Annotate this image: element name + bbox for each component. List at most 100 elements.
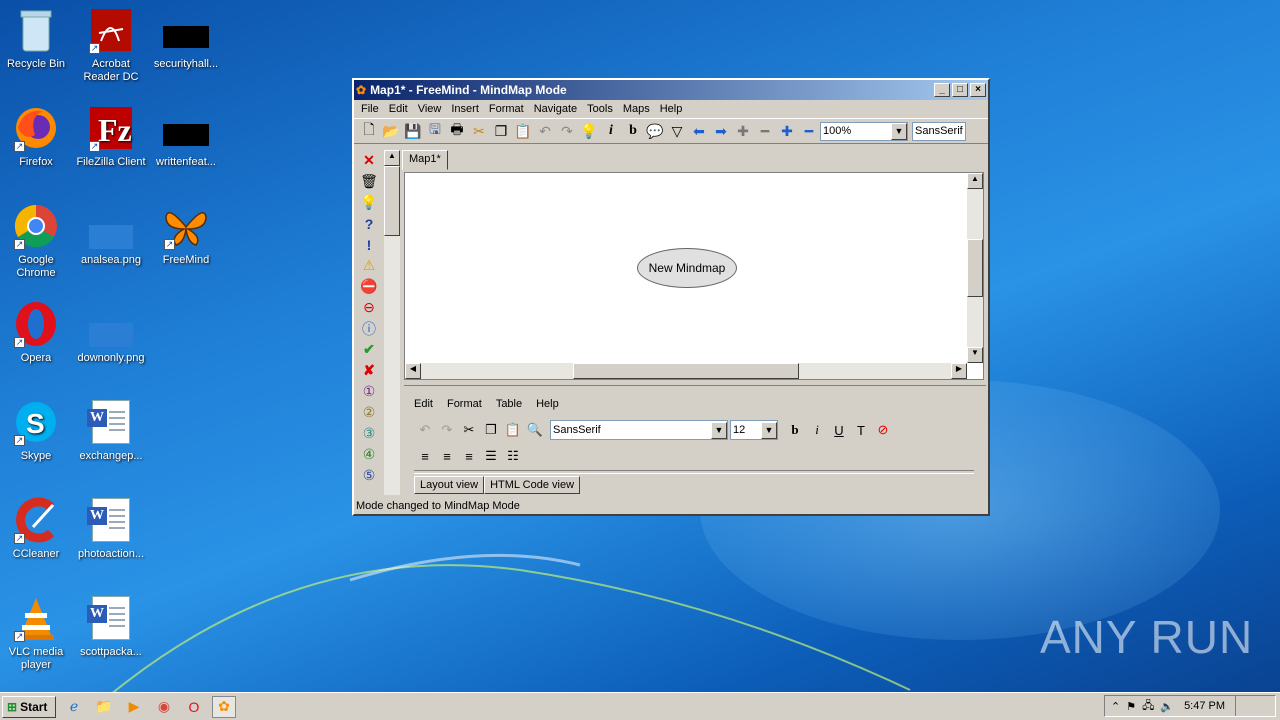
menu-maps[interactable]: Maps bbox=[620, 103, 657, 115]
media-player-icon[interactable]: ▶ bbox=[122, 696, 146, 718]
maximize-button[interactable]: □ bbox=[952, 83, 968, 97]
paste-icon[interactable]: 📋 bbox=[512, 120, 534, 142]
desktop-icon-downonly[interactable]: downonly.png bbox=[73, 300, 149, 365]
desktop-icon-freemind[interactable]: ↗ FreeMind bbox=[148, 202, 224, 267]
notes-font-select[interactable]: SansSerif ▼ bbox=[550, 420, 728, 440]
align-center-icon[interactable]: ≡ bbox=[436, 446, 458, 466]
desktop-icon-acrobat[interactable]: ↗ Acrobat Reader DC bbox=[73, 6, 149, 84]
fold-icon[interactable]: ✚ bbox=[732, 120, 754, 142]
chevron-up-icon[interactable]: ⌃ bbox=[1111, 700, 1120, 713]
italic-icon[interactable]: i bbox=[806, 420, 828, 440]
numbered-list-icon[interactable]: ☷ bbox=[502, 446, 524, 466]
close-button[interactable]: × bbox=[970, 83, 986, 97]
cut-icon[interactable]: ✂ bbox=[468, 120, 490, 142]
scroll-up-icon[interactable]: ▲ bbox=[967, 173, 983, 189]
remove-icon-icon[interactable]: ✕ bbox=[356, 150, 382, 171]
map-hscrollbar[interactable]: ◀ ▶ bbox=[405, 363, 967, 379]
cross-icon[interactable]: ✘ bbox=[356, 360, 382, 381]
desktop-icon-writtenfeat[interactable]: writtenfeat... bbox=[148, 104, 224, 169]
scroll-down-icon[interactable]: ▼ bbox=[967, 347, 983, 363]
title-bar[interactable]: ✿ Map1* - FreeMind - MindMap Mode _ □ × bbox=[354, 80, 988, 100]
menu-tools[interactable]: Tools bbox=[584, 103, 620, 115]
vscroll-thumb[interactable] bbox=[967, 239, 983, 297]
desktop-icon-analsea[interactable]: analsea.png bbox=[73, 202, 149, 267]
menu-help[interactable]: Help bbox=[657, 103, 690, 115]
print-icon[interactable]: 🖶 bbox=[446, 120, 468, 142]
no-entry-icon[interactable]: ⊖ bbox=[356, 297, 382, 318]
question-icon[interactable]: ? bbox=[356, 213, 382, 234]
clock[interactable]: 5:47 PM bbox=[1184, 700, 1225, 712]
paste-icon[interactable]: 📋 bbox=[502, 420, 524, 440]
priority-1-icon[interactable]: ① bbox=[356, 381, 382, 402]
network-icon[interactable]: 🖧 bbox=[1142, 697, 1154, 716]
redo-icon[interactable]: ↷ bbox=[436, 420, 458, 440]
undo-icon[interactable]: ↶ bbox=[534, 120, 556, 142]
menu-file[interactable]: File bbox=[358, 103, 386, 115]
desktop-icon-skype[interactable]: S ↗ Skype bbox=[0, 398, 74, 463]
root-node[interactable]: New Mindmap bbox=[637, 248, 737, 288]
icon-toolbar-scrollbar[interactable]: ▲ bbox=[384, 150, 400, 495]
desktop-icon-chrome[interactable]: ↗ Google Chrome bbox=[0, 202, 74, 280]
bold-icon[interactable]: b bbox=[784, 420, 806, 440]
back-icon[interactable]: ⬅ bbox=[688, 120, 710, 142]
find-icon[interactable]: 🔍 bbox=[524, 420, 546, 440]
minimize-button[interactable]: _ bbox=[934, 83, 950, 97]
opera-icon[interactable]: O bbox=[182, 696, 206, 718]
save-as-icon[interactable]: 🖫 bbox=[424, 120, 446, 142]
hscroll-thumb[interactable] bbox=[573, 363, 799, 379]
font-select[interactable]: SansSerif bbox=[912, 121, 966, 141]
chrome-icon[interactable]: ◉ bbox=[152, 696, 176, 718]
copy-icon[interactable]: ❐ bbox=[490, 120, 512, 142]
priority-2-icon[interactable]: ② bbox=[356, 402, 382, 423]
notes-menu-help[interactable]: Help bbox=[536, 398, 559, 410]
unfold-icon[interactable]: ━ bbox=[754, 120, 776, 142]
chevron-down-icon[interactable]: ▼ bbox=[891, 122, 907, 140]
desktop-icon-securityhall[interactable]: securityhall... bbox=[148, 6, 224, 71]
flag-icon[interactable]: ⚑ bbox=[1126, 700, 1136, 713]
priority-5-icon[interactable]: ⑤ bbox=[356, 465, 382, 486]
warning-icon[interactable]: ⚠ bbox=[356, 255, 382, 276]
cut-icon[interactable]: ✂ bbox=[458, 420, 480, 440]
idea-icon[interactable]: 💡 bbox=[356, 192, 382, 213]
desktop-icon-vlc[interactable]: ↗ VLC media player bbox=[0, 594, 74, 672]
notes-menu-format[interactable]: Format bbox=[447, 398, 482, 410]
desktop-icon-exchangep[interactable]: W exchangep... bbox=[73, 398, 149, 463]
copy-icon[interactable]: ❐ bbox=[480, 420, 502, 440]
priority-3-icon[interactable]: ③ bbox=[356, 423, 382, 444]
menu-format[interactable]: Format bbox=[486, 103, 531, 115]
scroll-left-icon[interactable]: ◀ bbox=[405, 363, 421, 379]
idea-icon[interactable]: 💡 bbox=[578, 120, 600, 142]
tab-layout-view[interactable]: Layout view bbox=[414, 476, 485, 494]
underline-icon[interactable]: U bbox=[828, 420, 850, 440]
map-vscrollbar[interactable]: ▲ ▼ bbox=[967, 173, 983, 363]
ie-icon[interactable]: ℯ bbox=[62, 696, 86, 718]
mindmap-canvas[interactable]: New Mindmap ▲ ▼ ◀ ▶ bbox=[404, 172, 984, 380]
redo-icon[interactable]: ↷ bbox=[556, 120, 578, 142]
scroll-thumb[interactable] bbox=[384, 166, 400, 236]
bold-icon[interactable]: b bbox=[622, 120, 644, 142]
desktop-icon-firefox[interactable]: ↗ Firefox bbox=[0, 104, 74, 169]
priority-4-icon[interactable]: ④ bbox=[356, 444, 382, 465]
menu-edit[interactable]: Edit bbox=[386, 103, 415, 115]
cloud-icon[interactable]: 💬 bbox=[644, 120, 666, 142]
menu-view[interactable]: View bbox=[415, 103, 449, 115]
text-color-icon[interactable]: T bbox=[850, 420, 872, 440]
notes-size-select[interactable]: 12 ▼ bbox=[730, 420, 778, 440]
align-left-icon[interactable]: ≡ bbox=[414, 446, 436, 466]
info-icon[interactable]: ⓘ bbox=[356, 318, 382, 339]
zoom-select[interactable]: 100% ▼ bbox=[820, 121, 908, 141]
chevron-down-icon[interactable]: ▼ bbox=[761, 421, 777, 439]
filter-icon[interactable]: ▽ bbox=[666, 120, 688, 142]
menu-navigate[interactable]: Navigate bbox=[531, 103, 584, 115]
trash-icon[interactable]: 🗑 bbox=[356, 171, 382, 192]
desktop-icon-recycle-bin[interactable]: Recycle Bin bbox=[0, 6, 74, 71]
desktop-icon-opera[interactable]: ↗ Opera bbox=[0, 300, 74, 365]
stop-icon[interactable]: ⛔ bbox=[356, 276, 382, 297]
freemind-icon[interactable]: ✿ bbox=[212, 695, 236, 718]
notes-menu-table[interactable]: Table bbox=[496, 398, 522, 410]
forward-icon[interactable]: ➡ bbox=[710, 120, 732, 142]
scroll-right-icon[interactable]: ▶ bbox=[951, 363, 967, 379]
desktop-icon-photoaction[interactable]: W photoaction... bbox=[73, 496, 149, 561]
new-icon[interactable]: 🗋 bbox=[358, 120, 380, 142]
explorer-icon[interactable]: 📁 bbox=[92, 696, 116, 718]
